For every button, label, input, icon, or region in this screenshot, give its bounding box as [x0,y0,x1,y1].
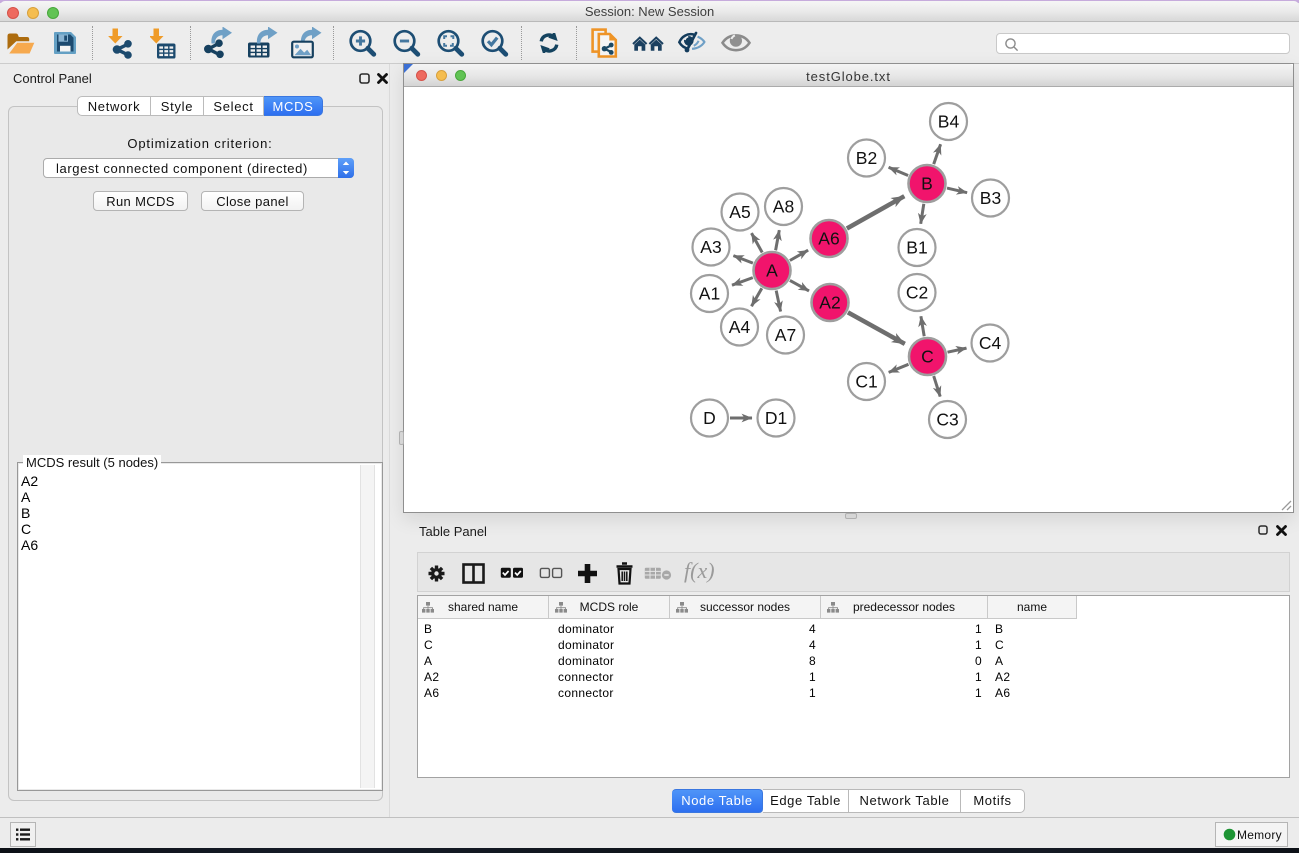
svg-text:A1: A1 [699,284,720,304]
svg-text:B2: B2 [856,148,877,168]
svg-text:A7: A7 [775,325,796,345]
svg-text:A2: A2 [819,293,840,313]
svg-text:C4: C4 [979,333,1002,353]
svg-text:B: B [921,174,933,194]
svg-text:C1: C1 [855,372,877,392]
svg-text:A3: A3 [700,237,721,257]
svg-text:A8: A8 [773,197,794,217]
svg-text:B1: B1 [906,238,927,258]
svg-text:A5: A5 [729,202,750,222]
svg-text:B3: B3 [980,188,1001,208]
svg-text:B4: B4 [938,112,960,132]
svg-text:A: A [766,261,778,281]
svg-text:A6: A6 [818,229,839,249]
svg-text:C: C [921,347,934,367]
svg-text:C2: C2 [906,283,928,303]
svg-text:A4: A4 [729,317,751,337]
svg-text:C3: C3 [936,410,958,430]
svg-text:D: D [703,408,716,428]
svg-text:D1: D1 [765,408,787,428]
